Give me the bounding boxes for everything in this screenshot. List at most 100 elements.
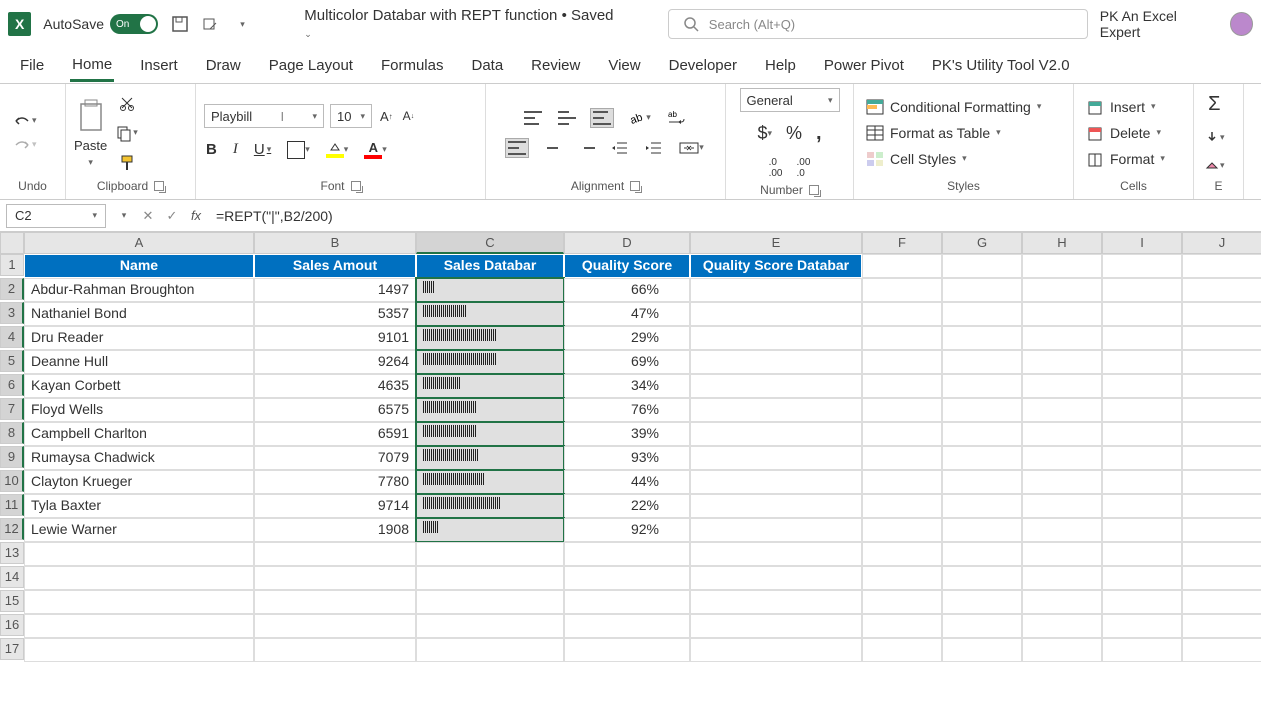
empty-cell[interactable]	[942, 350, 1022, 374]
empty-cell[interactable]	[1022, 614, 1102, 638]
empty-cell[interactable]	[1022, 302, 1102, 326]
column-header-J[interactable]: J	[1182, 232, 1261, 254]
row-header-3[interactable]: 3	[0, 302, 24, 324]
empty-cell[interactable]	[1182, 542, 1261, 566]
redo-button[interactable]: ▾	[8, 135, 39, 155]
empty-cell[interactable]	[1182, 374, 1261, 398]
row-header-17[interactable]: 17	[0, 638, 24, 660]
empty-cell[interactable]	[564, 542, 690, 566]
empty-cell[interactable]	[942, 518, 1022, 542]
empty-cell[interactable]	[1022, 254, 1102, 278]
name-cell[interactable]: Dru Reader	[24, 326, 254, 350]
insert-cells-button[interactable]: Insert▾	[1082, 96, 1160, 118]
sales-cell[interactable]: 5357	[254, 302, 416, 326]
fill-button[interactable]: ▾	[1202, 128, 1227, 146]
clear-button[interactable]: ▾	[1202, 156, 1227, 174]
undo-button[interactable]: ▾	[8, 111, 39, 131]
sales-cell[interactable]: 7079	[254, 446, 416, 470]
sales-cell[interactable]: 9264	[254, 350, 416, 374]
empty-cell[interactable]	[1182, 566, 1261, 590]
empty-cell[interactable]	[862, 278, 942, 302]
empty-cell[interactable]	[1182, 350, 1261, 374]
empty-cell[interactable]	[254, 566, 416, 590]
quality-cell[interactable]: 69%	[564, 350, 690, 374]
empty-cell[interactable]	[1102, 326, 1182, 350]
empty-cell[interactable]	[690, 566, 862, 590]
empty-cell[interactable]	[24, 542, 254, 566]
empty-cell[interactable]	[942, 398, 1022, 422]
name-cell[interactable]: Nathaniel Bond	[24, 302, 254, 326]
empty-cell[interactable]	[1022, 494, 1102, 518]
empty-cell[interactable]	[1182, 518, 1261, 542]
empty-cell[interactable]	[690, 590, 862, 614]
empty-cell[interactable]	[942, 302, 1022, 326]
font-name-select[interactable]: PlaybillI▾	[204, 104, 324, 128]
italic-button[interactable]: I	[231, 139, 240, 160]
sales-cell[interactable]: 6591	[254, 422, 416, 446]
empty-cell[interactable]	[1022, 566, 1102, 590]
align-bottom-button[interactable]	[590, 108, 614, 128]
sales-cell[interactable]: 9101	[254, 326, 416, 350]
sales-cell[interactable]: 1908	[254, 518, 416, 542]
merge-center-button[interactable]: ▾	[677, 139, 706, 157]
tab-page-layout[interactable]: Page Layout	[267, 51, 355, 80]
tab-developer[interactable]: Developer	[667, 51, 739, 80]
row-header-8[interactable]: 8	[0, 422, 24, 444]
autosum-button[interactable]: Σ	[1206, 91, 1222, 118]
quality-databar-cell[interactable]	[690, 278, 862, 302]
copy-button[interactable]: ▾	[113, 122, 140, 144]
column-header-F[interactable]: F	[862, 232, 942, 254]
quick-access-icon[interactable]	[201, 14, 220, 34]
empty-cell[interactable]	[1022, 326, 1102, 350]
name-cell[interactable]: Lewie Warner	[24, 518, 254, 542]
empty-cell[interactable]	[564, 638, 690, 662]
column-header-I[interactable]: I	[1102, 232, 1182, 254]
align-left-button[interactable]	[505, 138, 529, 158]
empty-cell[interactable]	[862, 446, 942, 470]
databar-cell[interactable]	[416, 398, 564, 422]
empty-cell[interactable]	[862, 302, 942, 326]
name-box[interactable]: C2▾	[6, 204, 106, 228]
insert-function-button[interactable]: fx	[184, 208, 208, 223]
tab-pk-s-utility-tool-v2-0[interactable]: PK's Utility Tool V2.0	[930, 51, 1072, 80]
number-format-select[interactable]: General▾	[740, 88, 840, 112]
databar-cell[interactable]	[416, 470, 564, 494]
bold-button[interactable]: B	[204, 139, 219, 160]
empty-cell[interactable]	[416, 542, 564, 566]
font-size-select[interactable]: 10▾	[330, 104, 372, 128]
row-header-14[interactable]: 14	[0, 566, 24, 588]
empty-cell[interactable]	[1102, 518, 1182, 542]
empty-cell[interactable]	[942, 494, 1022, 518]
empty-cell[interactable]	[690, 542, 862, 566]
empty-cell[interactable]	[862, 614, 942, 638]
empty-cell[interactable]	[862, 374, 942, 398]
empty-cell[interactable]	[1022, 470, 1102, 494]
empty-cell[interactable]	[1022, 638, 1102, 662]
quality-databar-cell[interactable]	[690, 374, 862, 398]
empty-cell[interactable]	[1022, 422, 1102, 446]
empty-cell[interactable]	[1022, 350, 1102, 374]
comma-format-button[interactable]: ,	[814, 120, 824, 147]
empty-cell[interactable]	[24, 566, 254, 590]
cut-button[interactable]	[116, 92, 138, 114]
row-header-7[interactable]: 7	[0, 398, 24, 420]
clipboard-launcher-icon[interactable]	[154, 181, 164, 191]
empty-cell[interactable]	[24, 614, 254, 638]
format-cells-button[interactable]: Format▾	[1082, 148, 1169, 170]
tab-review[interactable]: Review	[529, 51, 582, 80]
empty-cell[interactable]	[942, 638, 1022, 662]
tab-view[interactable]: View	[606, 51, 642, 80]
quality-databar-cell[interactable]	[690, 350, 862, 374]
empty-cell[interactable]	[942, 470, 1022, 494]
empty-cell[interactable]	[862, 254, 942, 278]
empty-cell[interactable]	[942, 446, 1022, 470]
empty-cell[interactable]	[690, 638, 862, 662]
empty-cell[interactable]	[1022, 590, 1102, 614]
accounting-format-button[interactable]: $▾	[755, 121, 774, 146]
empty-cell[interactable]	[862, 326, 942, 350]
empty-cell[interactable]	[862, 422, 942, 446]
empty-cell[interactable]	[1102, 446, 1182, 470]
empty-cell[interactable]	[942, 566, 1022, 590]
save-icon[interactable]	[170, 14, 189, 34]
empty-cell[interactable]	[254, 542, 416, 566]
